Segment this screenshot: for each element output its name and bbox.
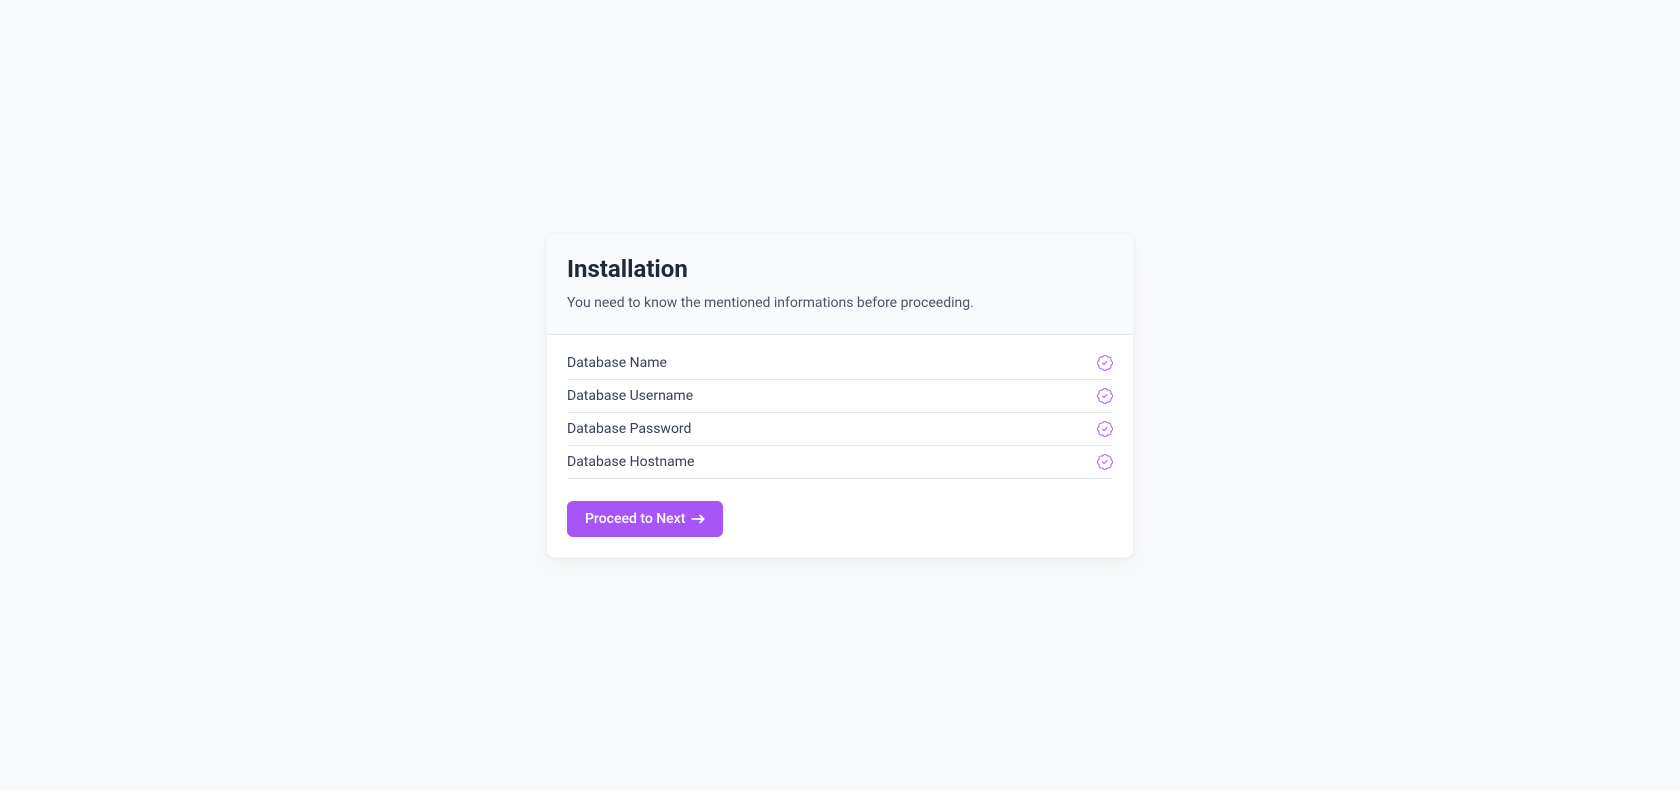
arrow-right-icon	[691, 512, 705, 526]
requirement-label: Database Hostname	[567, 454, 694, 470]
patch-check-icon	[1097, 388, 1113, 404]
installation-card: Installation You need to know the mentio…	[546, 233, 1134, 558]
patch-check-icon	[1097, 355, 1113, 371]
list-item: Database Username	[567, 380, 1113, 413]
patch-check-icon	[1097, 454, 1113, 470]
requirements-list: Database Name Database Username	[567, 355, 1113, 479]
proceed-button[interactable]: Proceed to Next	[567, 501, 723, 537]
card-header: Installation You need to know the mentio…	[547, 234, 1133, 335]
list-item: Database Password	[567, 413, 1113, 446]
card-body: Database Name Database Username	[547, 335, 1133, 557]
patch-check-icon	[1097, 421, 1113, 437]
list-item: Database Hostname	[567, 446, 1113, 479]
requirement-label: Database Name	[567, 355, 667, 371]
page-title: Installation	[567, 254, 1113, 285]
page-subtitle: You need to know the mentioned informati…	[567, 293, 1113, 314]
proceed-button-label: Proceed to Next	[585, 511, 685, 527]
requirement-label: Database Username	[567, 388, 693, 404]
list-item: Database Name	[567, 355, 1113, 380]
requirement-label: Database Password	[567, 421, 691, 437]
